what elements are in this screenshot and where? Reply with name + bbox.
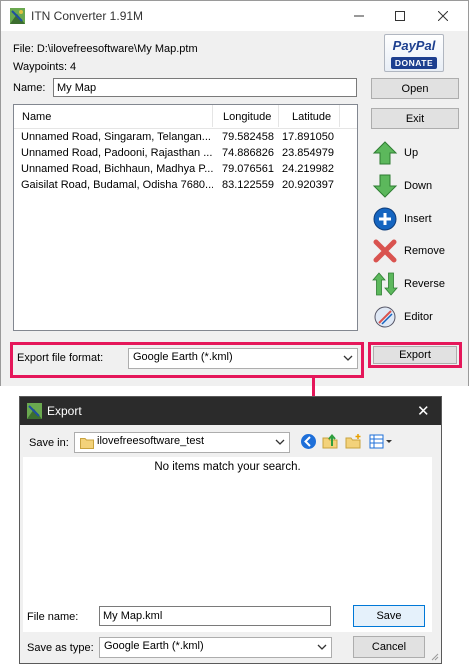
name-label: Name: (13, 82, 46, 94)
row-longitude: 79.582458 (222, 131, 274, 143)
save-in-value: ilovefreesoftware_test (97, 435, 204, 447)
save-in-label: Save in: (29, 437, 69, 449)
arrow-up-icon (372, 141, 398, 165)
file-name-label: File name: (27, 611, 79, 623)
dialog-title-bar: Export ✕ (20, 397, 441, 425)
up-folder-icon[interactable] (322, 433, 339, 450)
resize-grip-icon[interactable] (431, 653, 439, 661)
close-icon (438, 11, 448, 21)
row-latitude: 24.219982 (282, 163, 334, 175)
column-header-name[interactable]: Name (22, 111, 51, 123)
paypal-logo: PayPal (392, 38, 436, 53)
row-longitude: 74.886826 (222, 147, 274, 159)
chevron-down-icon (343, 355, 353, 361)
file-name-input[interactable] (99, 606, 331, 626)
save-as-type-label: Save as type: (27, 642, 94, 654)
save-as-type-select[interactable]: Google Earth (*.kml) (99, 637, 332, 658)
row-name: Unnamed Road, Padooni, Rajasthan ... (21, 147, 213, 159)
save-in-select[interactable]: ilovefreesoftware_test (74, 432, 290, 453)
donate-label: DONATE (391, 57, 437, 69)
editor-button[interactable]: Editor (372, 304, 462, 330)
maximize-icon (395, 11, 405, 21)
insert-button[interactable]: Insert (372, 206, 462, 232)
chevron-down-icon (317, 644, 327, 650)
remove-icon (373, 239, 397, 263)
app-icon (10, 8, 25, 24)
row-name: Unnamed Road, Singaram, Telangan... (21, 131, 211, 143)
main-window: ITN Converter 1.91M File: D:\ilovefreeso… (0, 0, 469, 386)
new-folder-icon[interactable] (345, 433, 362, 450)
minimize-icon (354, 15, 364, 17)
up-label: Up (404, 147, 419, 159)
minimize-button[interactable] (341, 1, 377, 31)
row-latitude: 20.920397 (282, 179, 334, 191)
dialog-app-icon (27, 403, 42, 419)
paypal-donate-button[interactable]: PayPal DONATE (384, 34, 444, 72)
waypoints-count-label: Waypoints: 4 (13, 61, 77, 73)
back-icon[interactable] (300, 433, 317, 450)
export-format-value: Google Earth (*.kml) (133, 351, 233, 363)
cancel-button[interactable]: Cancel (353, 636, 425, 658)
folder-icon (80, 438, 94, 449)
row-name: Unnamed Road, Bichhaun, Madhya P... (21, 163, 213, 175)
remove-label: Remove (404, 245, 445, 257)
table-row[interactable]: Unnamed Road, Singaram, Telangan... 79.5… (14, 130, 357, 146)
dialog-close-icon[interactable]: ✕ (417, 402, 430, 420)
down-button[interactable]: Down (372, 173, 462, 199)
table-row[interactable]: Unnamed Road, Bichhaun, Madhya P... 79.0… (14, 162, 357, 178)
down-label: Down (404, 180, 433, 192)
row-latitude: 23.854979 (282, 147, 334, 159)
open-button[interactable]: Open (371, 78, 459, 99)
maximize-button[interactable] (382, 1, 418, 31)
insert-label: Insert (404, 213, 432, 225)
up-button[interactable]: Up (372, 140, 462, 166)
row-longitude: 83.122559 (222, 179, 274, 191)
empty-message: No items match your search. (154, 461, 301, 473)
table-row[interactable]: Unnamed Road, Padooni, Rajasthan ... 74.… (14, 146, 357, 162)
editor-label: Editor (404, 311, 433, 323)
export-format-highlight: Export file format: Google Earth (*.kml) (10, 342, 364, 378)
row-latitude: 17.891050 (282, 131, 334, 143)
editor-icon (374, 306, 396, 328)
close-button[interactable] (425, 1, 461, 31)
remove-button[interactable]: Remove (372, 238, 462, 264)
window-title: ITN Converter 1.91M (31, 9, 144, 23)
waypoint-list[interactable]: Name Longitude Latitude Unnamed Road, Si… (13, 104, 358, 331)
table-row[interactable]: Gaisilat Road, Budamal, Odisha 7680... 8… (14, 178, 357, 194)
file-path-label: File: D:\ilovefreesoftware\My Map.ptm (13, 43, 198, 55)
list-header: Name Longitude Latitude (14, 105, 357, 129)
name-input[interactable] (53, 78, 357, 97)
row-name: Gaisilat Road, Budamal, Odisha 7680... (21, 179, 213, 191)
save-button[interactable]: Save (353, 605, 425, 627)
dialog-title: Export (47, 404, 82, 418)
row-longitude: 79.076561 (222, 163, 274, 175)
insert-icon (373, 207, 397, 231)
export-button[interactable]: Export (373, 346, 457, 364)
view-menu-icon[interactable] (369, 433, 395, 450)
chevron-down-icon (275, 439, 285, 445)
column-header-latitude[interactable]: Latitude (292, 111, 331, 123)
arrow-down-icon (372, 174, 398, 198)
reverse-icon (372, 272, 398, 296)
export-format-label: Export file format: (17, 352, 104, 364)
exit-button[interactable]: Exit (371, 108, 459, 129)
reverse-label: Reverse (404, 278, 445, 290)
save-as-type-value: Google Earth (*.kml) (104, 640, 204, 652)
title-bar: ITN Converter 1.91M (1, 1, 468, 31)
export-format-select[interactable]: Google Earth (*.kml) (128, 348, 358, 369)
reverse-button[interactable]: Reverse (372, 271, 462, 297)
export-dialog: Export ✕ Save in: ilovefreesoftware_test… (19, 396, 442, 664)
column-header-longitude[interactable]: Longitude (223, 111, 271, 123)
